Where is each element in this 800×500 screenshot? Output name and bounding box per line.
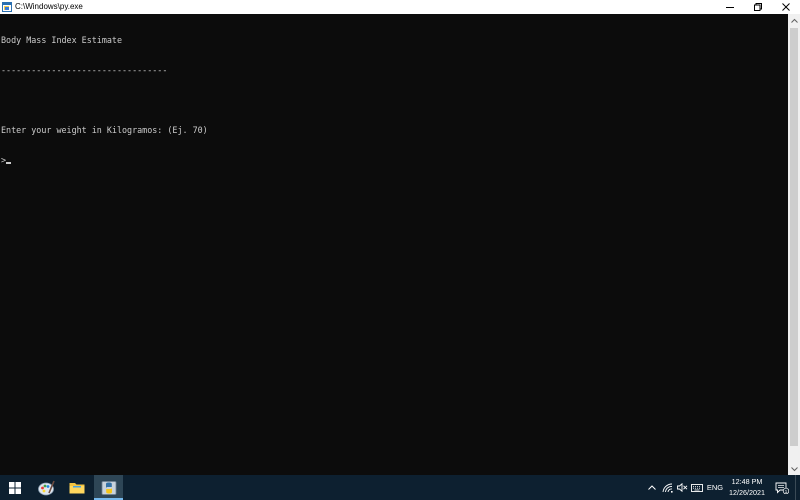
vertical-scrollbar[interactable]	[788, 14, 800, 475]
minimize-icon	[726, 7, 734, 8]
text-cursor	[6, 162, 12, 164]
console-line-title: Body Mass Index Estimate	[1, 35, 123, 45]
taskbar-file-explorer-button[interactable]	[63, 475, 91, 500]
desktop-screen: C:\Windows\py.exe Body Mass Index Estima…	[0, 0, 800, 500]
keyboard-icon	[691, 483, 703, 492]
console-line-weight-prompt: Enter your weight in Kilogramos: (Ej. 70…	[1, 125, 208, 135]
minimize-button[interactable]	[716, 0, 744, 14]
scroll-down-button[interactable]	[788, 463, 800, 475]
console-text: Body Mass Index Estimate ---------------…	[0, 14, 788, 185]
paint-icon	[38, 480, 55, 495]
windows-logo-icon	[9, 481, 21, 494]
taskbar-python-console-button[interactable]	[94, 475, 123, 500]
restore-button[interactable]	[744, 0, 772, 14]
file-explorer-icon	[69, 483, 85, 494]
console-input-line[interactable]: >	[1, 155, 788, 165]
taskbar: ENG 12:48 PM 12/26/2021 1	[0, 475, 800, 500]
console-window-icon[interactable]	[2, 2, 12, 12]
chevron-down-icon	[790, 466, 798, 471]
tray-network-button[interactable]	[661, 475, 674, 500]
start-button[interactable]	[0, 475, 30, 500]
speaker-muted-icon	[676, 483, 687, 492]
chevron-up-icon	[790, 18, 798, 23]
action-center-button[interactable]: 1	[774, 475, 790, 500]
tray-volume-button[interactable]	[676, 475, 688, 500]
show-desktop-button[interactable]	[795, 475, 800, 500]
scrollbar-thumb[interactable]	[790, 28, 798, 446]
console-line-separator: ---------------------------------	[1, 65, 168, 75]
notification-icon: 1	[775, 482, 789, 494]
clock-date: 12/26/2021	[729, 487, 765, 497]
close-button[interactable]	[772, 0, 800, 14]
window-controls	[716, 0, 800, 14]
taskbar-paint-button[interactable]	[32, 475, 60, 500]
console-output-area[interactable]: Body Mass Index Estimate ---------------…	[0, 14, 788, 475]
python-icon	[101, 480, 116, 495]
console-line-blank	[1, 95, 788, 105]
window-title-bar[interactable]: C:\Windows\py.exe	[0, 0, 800, 14]
close-icon	[782, 3, 790, 11]
taskbar-clock[interactable]: 12:48 PM 12/26/2021	[722, 477, 772, 498]
scroll-up-button[interactable]	[788, 14, 800, 26]
chevron-up-icon	[648, 485, 656, 490]
restore-icon	[754, 3, 762, 11]
window-title: C:\Windows\py.exe	[15, 2, 83, 11]
tray-keyboard-button[interactable]	[690, 475, 704, 500]
wifi-icon	[662, 483, 673, 493]
tray-show-hidden-button[interactable]	[646, 475, 658, 500]
clock-time: 12:48 PM	[731, 477, 763, 486]
